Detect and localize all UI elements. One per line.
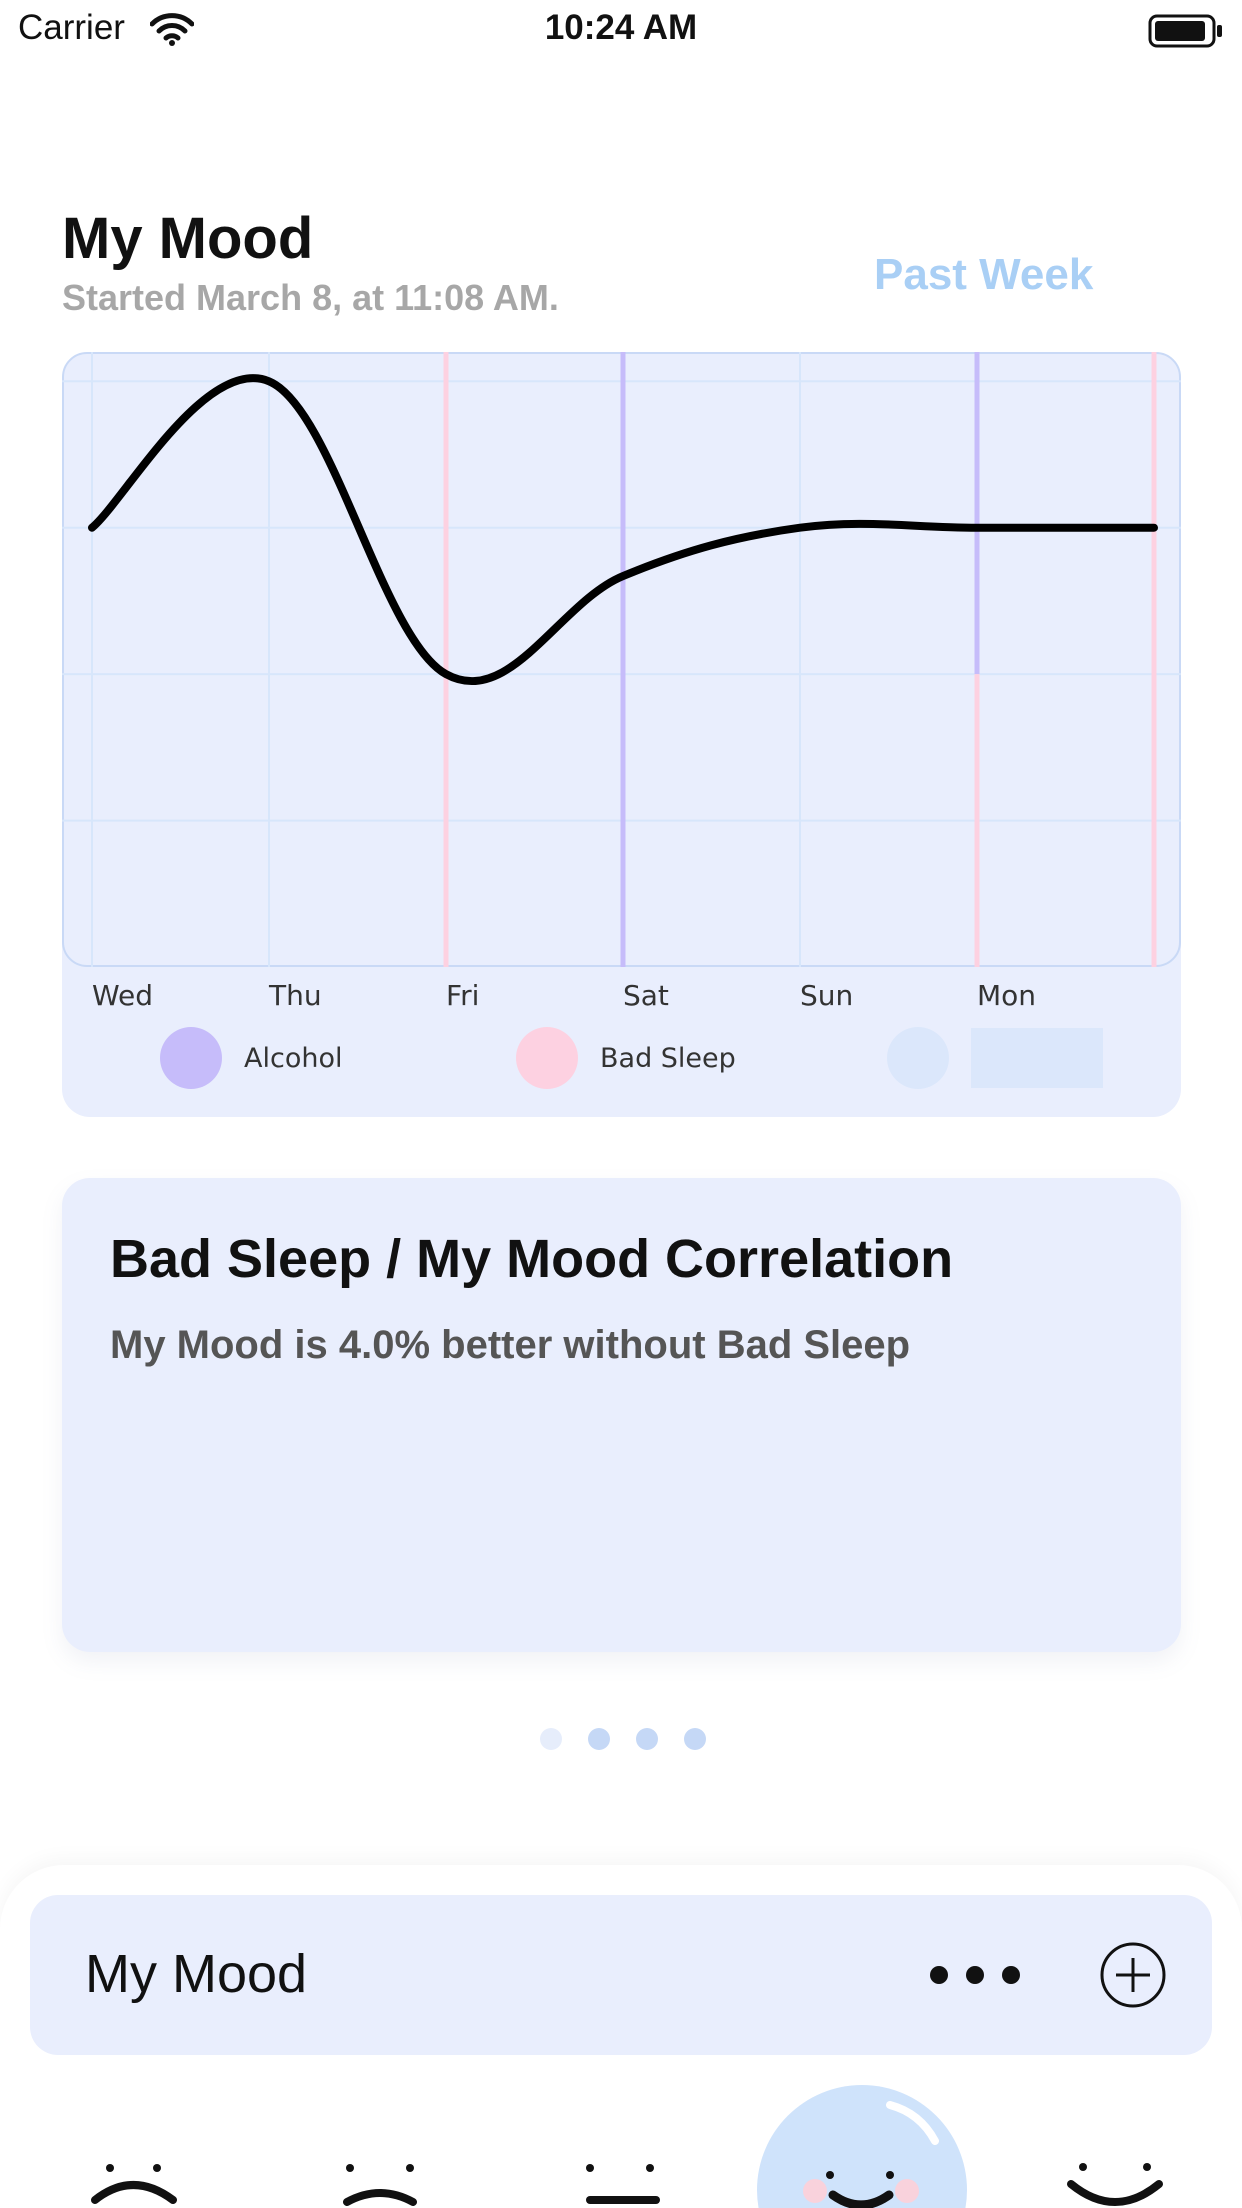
x-tick-label: Thu: [268, 979, 322, 1012]
page-dot-1[interactable]: [540, 1728, 562, 1750]
mood-screen: Carrier 10:24 AM My Mood Started March 8…: [0, 0, 1242, 2208]
very-sad-face-icon[interactable]: [85, 2160, 185, 2208]
neutral-face-icon[interactable]: [580, 2162, 670, 2208]
x-tick-label: Wed: [92, 979, 153, 1012]
legend-bad-sleep-label: Bad Sleep: [600, 1042, 736, 1074]
more-dot: [930, 1966, 948, 1984]
tracker-bar: My Mood: [30, 1895, 1212, 2055]
battery-icon: [1148, 14, 1222, 48]
page-dot-3[interactable]: [636, 1728, 658, 1750]
correlation-title: Bad Sleep / My Mood Correlation: [110, 1229, 954, 1289]
plus-circle-icon[interactable]: [1098, 1940, 1168, 2010]
x-tick-label: Fri: [446, 979, 479, 1012]
status-bar: Carrier 10:24 AM: [0, 0, 1242, 62]
correlation-card[interactable]: Bad Sleep / My Mood Correlation My Mood …: [62, 1178, 1181, 1652]
mood-chart: Wed Thu Fri Sat Sun Mon: [62, 352, 1181, 1012]
legend-third-label-placeholder: [971, 1028, 1103, 1088]
happy-face-icon-selected[interactable]: [755, 2083, 970, 2208]
legend-third[interactable]: [887, 1027, 1103, 1089]
legend-alcohol-label: Alcohol: [244, 1042, 343, 1074]
legend-bad-sleep[interactable]: Bad Sleep: [516, 1027, 736, 1089]
page-dot-2[interactable]: [588, 1728, 610, 1750]
more-dot: [1002, 1966, 1020, 1984]
more-dot: [966, 1966, 984, 1984]
start-date-subtitle: Started March 8, at 11:08 AM.: [62, 277, 559, 318]
mood-chart-card: Wed Thu Fri Sat Sun Mon Alcohol Bad Sleep: [62, 352, 1181, 1117]
more-options-icon[interactable]: [930, 1950, 1020, 2000]
legend-alcohol[interactable]: Alcohol: [160, 1027, 342, 1089]
sad-face-icon[interactable]: [335, 2162, 425, 2208]
page-title: My Mood: [62, 206, 314, 271]
mood-face-selector: [0, 2080, 1242, 2208]
period-selector[interactable]: Past Week: [874, 250, 1093, 300]
x-tick-label: Mon: [977, 979, 1036, 1012]
very-happy-face-icon[interactable]: [1065, 2160, 1165, 2208]
legend-third-swatch: [887, 1027, 949, 1089]
legend-bad-sleep-swatch: [516, 1027, 578, 1089]
x-tick-label: Sun: [800, 979, 853, 1012]
tracker-title: My Mood: [85, 1944, 308, 2004]
page-indicator: [540, 1728, 732, 1750]
page-dot-4[interactable]: [684, 1728, 706, 1750]
x-tick-label: Sat: [623, 979, 669, 1012]
legend-alcohol-swatch: [160, 1027, 222, 1089]
correlation-text: My Mood is 4.0% better without Bad Sleep: [110, 1323, 911, 1367]
clock: 10:24 AM: [544, 8, 698, 47]
